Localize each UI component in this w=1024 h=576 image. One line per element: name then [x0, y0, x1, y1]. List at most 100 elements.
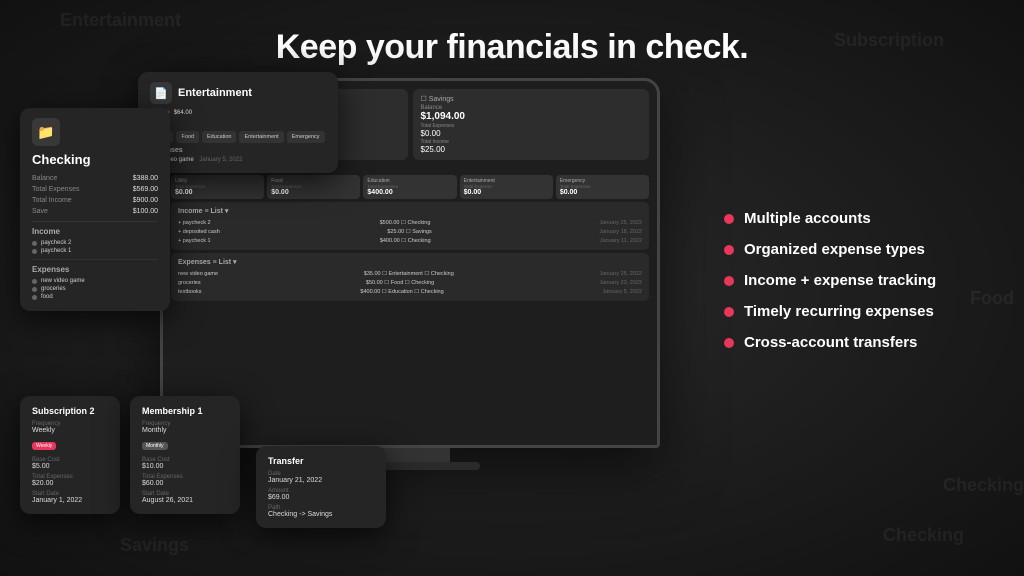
area-utility: Utility Total Expenses $0.00 [171, 175, 264, 199]
expense-row-1: groceries $50.00 ☐ Food ☐ Checking Janua… [178, 278, 642, 287]
feature-item-1: Organized expense types [724, 241, 994, 258]
feature-dot-2 [724, 276, 734, 286]
subscription-title: Subscription 2 [32, 406, 108, 416]
ent-expense-item: new video game January 5, 2022 [150, 157, 326, 163]
income-item-0: paycheck 2 [32, 239, 158, 247]
checking-save-row: Save $100.00 [32, 206, 158, 217]
checking-balance-row: Balance $388.00 [32, 173, 158, 184]
transfer-path-value: Checking -> Savings [268, 511, 374, 518]
expense-name-1: groceries [41, 286, 66, 292]
expenses-section-title: Expenses [32, 265, 158, 274]
expense-item-2: food [32, 293, 158, 301]
savings-balance: $1,094.00 [421, 111, 642, 122]
entertainment-header: 📄 Entertainment [150, 82, 326, 104]
sub-freq-value: Weekly [32, 427, 108, 434]
income-value: $900.00 [133, 197, 158, 204]
feature-dot-0 [724, 214, 734, 224]
feature-label-3: Timely recurring expenses [744, 303, 934, 320]
ent-expenses-label: Expenses [150, 147, 326, 154]
transfer-title: Transfer [268, 456, 374, 466]
checking-panel: 📁 Checking Balance $388.00 Total Expense… [20, 108, 170, 311]
feature-dot-4 [724, 338, 734, 348]
checking-panel-icon: 📁 [32, 118, 60, 146]
area-utility-amount: $0.00 [175, 189, 260, 196]
feature-label-0: Multiple accounts [744, 210, 871, 227]
expense-row-2: textbooks $400.00 ☐ Education ☐ Checking… [178, 287, 642, 296]
mem-freq-value: Monthly [142, 427, 228, 434]
feature-item-4: Cross-account transfers [724, 334, 994, 351]
page-title: Keep your financials in check. [0, 28, 1024, 67]
transfer-date-value: January 21, 2022 [268, 477, 374, 484]
balance-value: $388.00 [133, 175, 158, 182]
feature-label-4: Cross-account transfers [744, 334, 917, 351]
subscription-panel: Subscription 2 Frequency Weekly Weekly B… [20, 396, 120, 514]
areas-row: Utility Total Expenses $0.00 Food Total … [171, 175, 649, 199]
expense-item-1: groceries [32, 285, 158, 293]
savings-icon-label: ☐ Savings [421, 95, 642, 103]
feature-item-3: Timely recurring expenses [724, 303, 994, 320]
income-table: + paycheck 2 $500.00 ☐ Checking January … [178, 218, 642, 245]
income-section: Income ≡ List ▾ + paycheck 2 $500.00 ☐ C… [171, 202, 649, 250]
income-section-title: Income [32, 227, 158, 236]
feature-label-2: Income + expense tracking [744, 272, 936, 289]
ent-area-4: Emergency [287, 131, 325, 143]
area-emergency-amount: $0.00 [560, 189, 645, 196]
income-label: Total Income [32, 197, 72, 204]
expense-name-0: new video game [41, 278, 85, 284]
expense-row-0: new video game $35.00 ☐ Entertainment ☐ … [178, 269, 642, 278]
feature-label-1: Organized expense types [744, 241, 925, 258]
income-name-1: paycheck 1 [41, 248, 71, 254]
expenses-label: Total Expenses [32, 186, 79, 193]
feature-dot-1 [724, 245, 734, 255]
balance-label: Balance [32, 175, 57, 182]
save-value: $100.00 [133, 208, 158, 215]
ent-area-3: Entertainment [239, 131, 283, 143]
income-row-0: + paycheck 2 $500.00 ☐ Checking January … [178, 218, 642, 227]
feature-item-0: Multiple accounts [724, 210, 994, 227]
savings-income: $25.00 [421, 145, 642, 154]
income-row-1: + deposited cash $25.00 ☐ Savings Januar… [178, 227, 642, 236]
area-education-amount: $400.00 [367, 189, 452, 196]
checking-panel-title: Checking [32, 152, 158, 167]
expense-name-2: food [41, 294, 53, 300]
expenses-value: $569.00 [133, 186, 158, 193]
ent-areas-title: Areas [150, 120, 326, 127]
feature-dot-3 [724, 307, 734, 317]
entertainment-rows: Income $64.00 [150, 110, 326, 116]
ent-areas-row: Utility Food Education Entertainment Eme… [150, 131, 326, 143]
sub-total-value: $20.00 [32, 480, 108, 487]
expenses-section: Expenses ≡ List ▾ new video game $35.00 … [171, 253, 649, 301]
income-item-1: paycheck 1 [32, 247, 158, 255]
area-food: Food Total Expenses $0.00 [267, 175, 360, 199]
transfer-amount-value: $69.00 [268, 494, 374, 501]
income-row-2: + paycheck 1 $400.00 ☐ Checking January … [178, 236, 642, 245]
savings-expenses: $0.00 [421, 129, 642, 138]
sub-freq-badge: Weekly [32, 442, 56, 450]
membership-panel: Membership 1 Frequency Monthly Monthly B… [130, 396, 240, 514]
income-name-0: paycheck 2 [41, 240, 71, 246]
expense-item-0: new video game [32, 277, 158, 285]
area-entertainment-amount: $0.00 [464, 189, 549, 196]
area-food-amount: $0.00 [271, 189, 356, 196]
expenses-title: Expenses ≡ List ▾ [178, 258, 642, 266]
sub-base-value: $5.00 [32, 463, 108, 470]
ent-area-2: Education [202, 131, 236, 143]
save-label: Save [32, 208, 48, 215]
area-entertainment: Entertainment Total Expense $0.00 [460, 175, 553, 199]
features-panel: Multiple accounts Organized expense type… [724, 210, 994, 365]
mem-base-value: $10.00 [142, 463, 228, 470]
income-title: Income ≡ List ▾ [178, 207, 642, 215]
area-emergency: Emergency Total Expenses $0.00 [556, 175, 649, 199]
feature-item-2: Income + expense tracking [724, 272, 994, 289]
expenses-table: new video game $35.00 ☐ Entertainment ☐ … [178, 269, 642, 296]
checking-income-row: Total Income $900.00 [32, 195, 158, 206]
checking-expenses-row: Total Expenses $569.00 [32, 184, 158, 195]
mem-start-value: August 26, 2021 [142, 497, 228, 504]
entertainment-title: Entertainment [178, 87, 252, 99]
savings-account-card: ☐ Savings Balance $1,094.00 Total Expens… [413, 89, 650, 160]
membership-title: Membership 1 [142, 406, 228, 416]
mem-total-value: $60.00 [142, 480, 228, 487]
ent-area-1: Food [176, 131, 199, 143]
ent-income-value: $64.00 [174, 110, 192, 116]
area-education: Education Total Expenses $400.00 [363, 175, 456, 199]
